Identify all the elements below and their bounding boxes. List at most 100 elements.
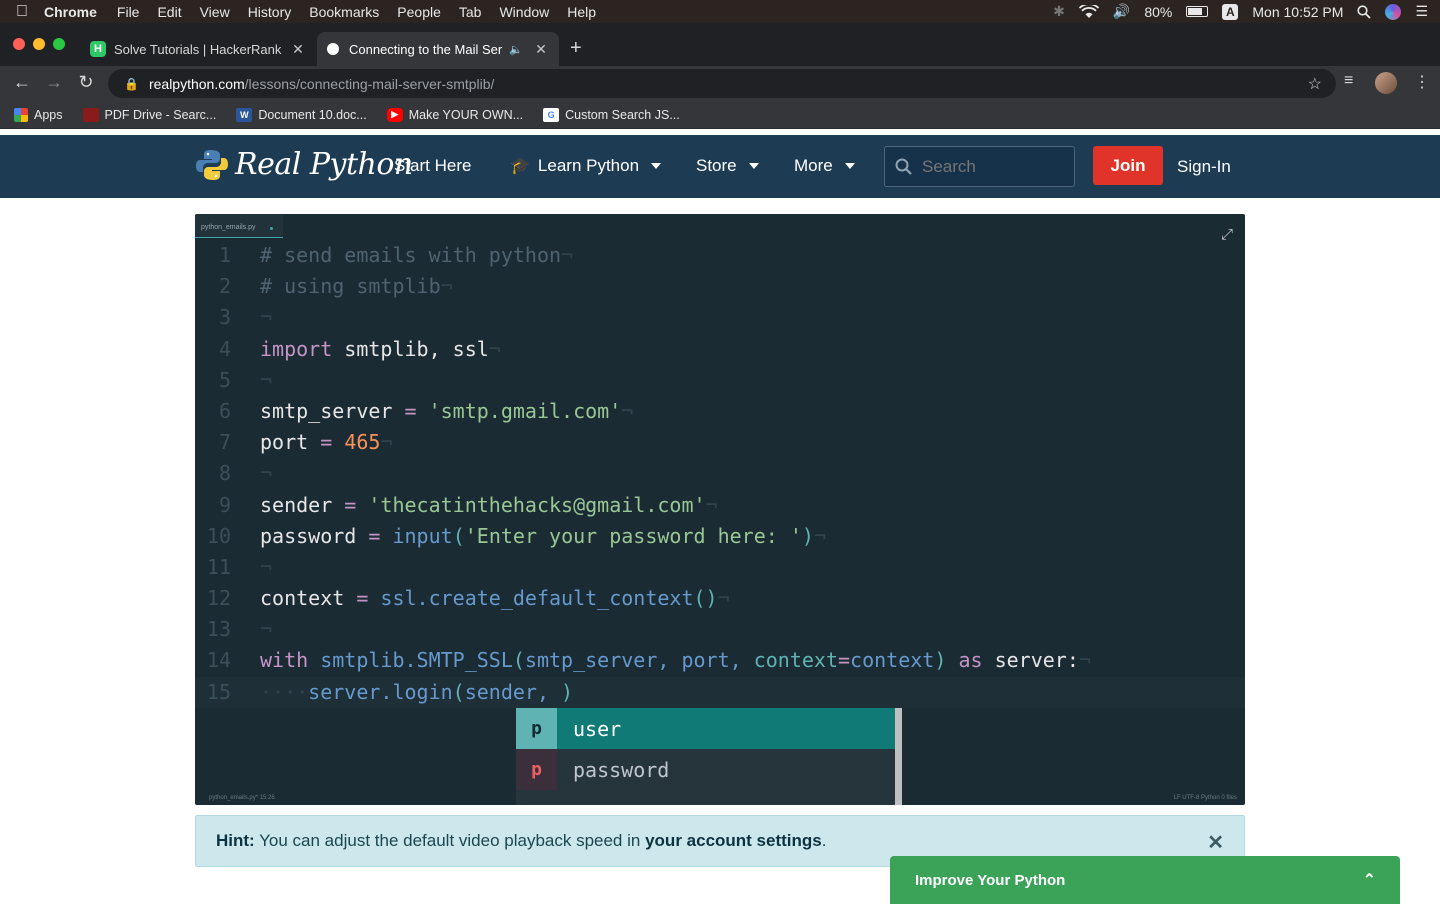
line-number: 11: [206, 554, 231, 579]
tab-hackerrank[interactable]: H Solve Tutorials | HackerRank ✕: [80, 32, 316, 66]
autocomplete-item-user[interactable]: p user: [516, 708, 895, 749]
code-line: 3 ¬: [195, 302, 1245, 333]
menu-history[interactable]: History: [248, 4, 292, 20]
volume-icon[interactable]: 🔊: [1113, 3, 1130, 20]
autocomplete-item-password[interactable]: p password: [516, 749, 895, 790]
code-line: 11 ¬: [195, 552, 1245, 583]
code-line: 1 # send emails with python¬: [195, 240, 1245, 271]
improve-your-python-widget[interactable]: Improve Your Python ⌃: [890, 856, 1400, 904]
line-number: 9: [218, 492, 231, 517]
bookmark-apps[interactable]: Apps: [14, 107, 63, 122]
chevron-down-icon: [651, 163, 662, 169]
bookmark-youtube[interactable]: ▶ Make YOUR OWN...: [386, 107, 524, 122]
window-close-button[interactable]: [13, 38, 25, 50]
improve-label: Improve Your Python: [915, 871, 1066, 889]
siri-icon[interactable]: [1385, 3, 1402, 20]
reading-list-icon[interactable]: ≡: [1344, 72, 1353, 90]
new-tab-button[interactable]: +: [570, 37, 582, 60]
bookmark-pdf-drive[interactable]: PDF Drive - Searc...: [82, 107, 217, 122]
menu-people[interactable]: People: [397, 4, 441, 20]
forward-button[interactable]: →: [42, 72, 66, 93]
graduation-cap-icon: 🎓: [510, 158, 530, 175]
menu-help[interactable]: Help: [567, 4, 596, 20]
code-line: 8 ¬: [195, 458, 1245, 489]
logo-wordmark: Real Python: [235, 147, 413, 182]
account-settings-link[interactable]: your account settings: [645, 831, 822, 850]
code-line: 13 ¬: [195, 614, 1245, 645]
bookmark-star-icon[interactable]: ☆: [1308, 74, 1322, 94]
nav-store[interactable]: Store: [696, 156, 759, 176]
realpython-logo[interactable]: Real Python: [195, 147, 413, 182]
join-button[interactable]: Join: [1093, 146, 1163, 185]
chrome-menu-icon[interactable]: ⋮: [1414, 72, 1430, 92]
input-source-icon[interactable]: A: [1222, 3, 1239, 20]
nav-label: Learn Python: [537, 156, 640, 175]
line-number: 15: [206, 679, 231, 704]
close-hint-icon[interactable]: ✕: [1207, 830, 1224, 855]
youtube-icon: ▶: [386, 107, 403, 122]
window-zoom-button[interactable]: [53, 38, 65, 50]
line-number: 12: [206, 586, 231, 611]
spotlight-search-icon[interactable]: [1357, 4, 1372, 19]
tab-close-icon[interactable]: ✕: [290, 41, 306, 58]
lock-icon[interactable]: 🔒: [124, 77, 139, 91]
menu-view[interactable]: View: [200, 4, 230, 20]
tab-audio-icon[interactable]: 🔈: [509, 43, 523, 56]
search-input[interactable]: [922, 156, 1062, 177]
menu-window[interactable]: Window: [499, 4, 549, 20]
battery-icon[interactable]: [1186, 6, 1209, 17]
realpython-favicon-icon: [327, 43, 339, 55]
nav-label: Start Here: [394, 156, 472, 175]
wifi-icon[interactable]: [1078, 4, 1099, 19]
tab-close-icon[interactable]: ✕: [533, 41, 549, 58]
bookmark-custom-search[interactable]: G Custom Search JS...: [543, 107, 680, 122]
google-search-icon: G: [543, 107, 560, 122]
nav-more[interactable]: More: [794, 156, 855, 176]
editor-tab-label: python_emails.py: [201, 224, 256, 231]
bookmark-label: Custom Search JS...: [565, 107, 680, 122]
address-bar[interactable]: 🔒 realpython.com/lessons/connecting-mail…: [108, 69, 1336, 98]
code-line: 6 smtp_server = 'smtp.gmail.com'¬: [195, 396, 1245, 427]
nav-label: Store: [696, 156, 737, 175]
menu-tab[interactable]: Tab: [459, 4, 482, 20]
code-line: 10 password = input('Enter your password …: [195, 521, 1245, 552]
chevron-up-icon[interactable]: ⌃: [1363, 870, 1376, 890]
hint-prefix: Hint:: [216, 831, 255, 850]
bookmark-label: PDF Drive - Searc...: [104, 107, 217, 122]
menu-app-name[interactable]: Chrome: [44, 4, 97, 20]
code-line: 4 import smtplib, ssl¬: [195, 334, 1245, 365]
tab-realpython[interactable]: Connecting to the Mail Ser 🔈 ✕: [317, 32, 559, 66]
bluetooth-icon[interactable]: ✱: [1053, 3, 1065, 20]
bookmark-label: Make YOUR OWN...: [408, 107, 524, 122]
reload-button[interactable]: ↻: [74, 72, 98, 93]
autocomplete-label: password: [573, 757, 670, 782]
menu-file[interactable]: File: [117, 4, 140, 20]
param-kind-icon: p: [516, 749, 557, 790]
line-number: 4: [218, 336, 231, 361]
hint-suffix: .: [821, 831, 827, 850]
apple-menu-icon[interactable]: : [0, 3, 44, 21]
nav-learn-python[interactable]: 🎓 Learn Python: [510, 156, 662, 176]
profile-avatar[interactable]: [1375, 72, 1397, 94]
word-doc-icon: W: [236, 107, 253, 122]
line-number: 2: [218, 274, 231, 299]
lesson-video-editor[interactable]: python_emails.py ⤢ 1 # send emails with p…: [195, 214, 1245, 805]
code-line: 2 # using smtplib¬: [195, 271, 1245, 302]
python-logo-icon: [196, 149, 228, 180]
sign-in-link[interactable]: Sign-In: [1177, 157, 1231, 177]
menu-bookmarks[interactable]: Bookmarks: [309, 4, 379, 20]
window-minimize-button[interactable]: [33, 38, 45, 50]
menu-clock[interactable]: Mon 10:52 PM: [1252, 4, 1343, 20]
nav-label: More: [794, 156, 833, 175]
menu-edit[interactable]: Edit: [157, 4, 181, 20]
editor-file-tab: python_emails.py: [195, 214, 283, 238]
notification-center-icon[interactable]: ☰: [1415, 3, 1428, 20]
url-path: /lessons/connecting-mail-server-smtplib/: [244, 75, 495, 92]
code-line: 5 ¬: [195, 365, 1245, 396]
hint-text: You can adjust the default video playbac…: [259, 831, 641, 850]
back-button[interactable]: ←: [10, 72, 34, 93]
status-left: python_emails.py* 15:26: [209, 795, 275, 801]
nav-start-here[interactable]: Start Here: [394, 156, 471, 176]
bookmark-document[interactable]: W Document 10.doc...: [236, 107, 367, 122]
search-icon: [895, 158, 912, 175]
